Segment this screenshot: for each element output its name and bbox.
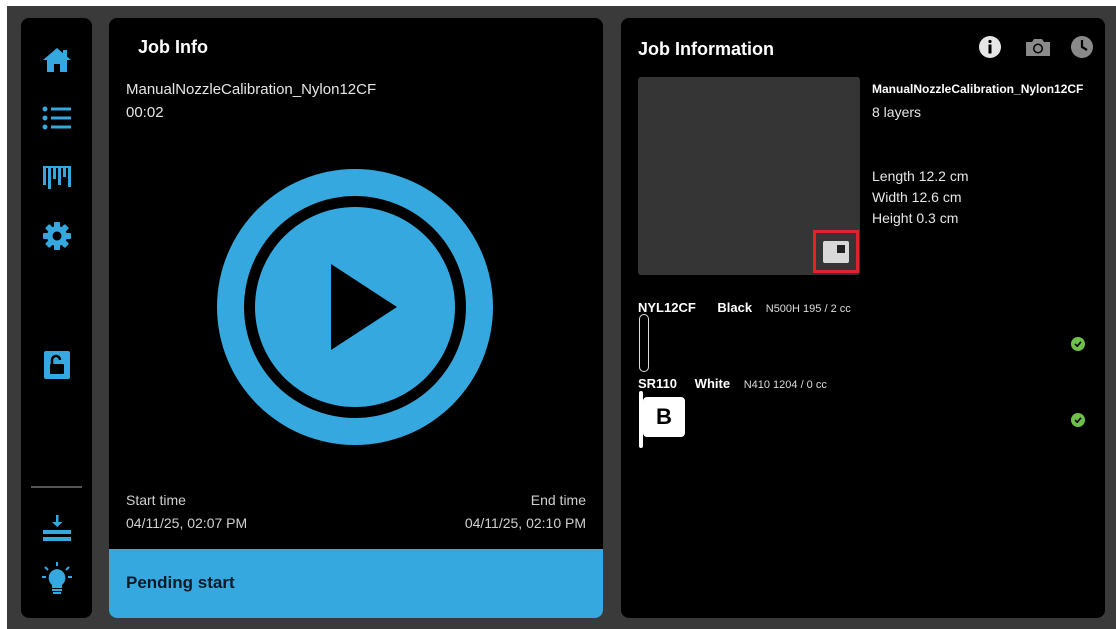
job-name: ManualNozzleCalibration_Nylon12CF xyxy=(126,81,377,98)
status-text: Pending start xyxy=(126,573,235,592)
start-time-label: Start time xyxy=(126,492,186,508)
model-height: Height 0.3 cm xyxy=(872,210,959,226)
check-icon xyxy=(1071,337,1085,351)
sidebar xyxy=(21,18,92,618)
material-row-2: SR110 White N410 1204 / 0 cc xyxy=(638,376,827,391)
model-length: Length 12.2 cm xyxy=(872,168,969,184)
job-information-panel: Job Information ManualNozzleCalibration_… xyxy=(621,18,1105,618)
list-icon[interactable] xyxy=(21,98,92,138)
job-info-panel: Job Info ManualNozzleCalibration_Nylon12… xyxy=(109,18,603,618)
start-time-value: 04/11/25, 02:07 PM xyxy=(126,515,248,531)
material-name: SR110 xyxy=(638,376,678,391)
job-information-title: Job Information xyxy=(638,39,774,59)
check-icon xyxy=(1071,413,1085,427)
material-badge: B xyxy=(643,397,685,437)
history-clock-icon[interactable] xyxy=(1070,35,1094,59)
material-detail: N410 1204 / 0 cc xyxy=(743,379,827,391)
material-detail: N500H 195 / 2 cc xyxy=(765,303,851,315)
material-row-1: NYL12CF Black N500H 195 / 2 cc xyxy=(638,300,851,315)
status-bar: Pending start xyxy=(109,549,603,618)
end-time-label: End time xyxy=(530,492,586,508)
nozzle-icon[interactable] xyxy=(21,157,92,197)
material-color: White xyxy=(694,376,731,391)
gear-icon[interactable] xyxy=(21,216,92,256)
job-info-title: Job Info xyxy=(138,37,208,57)
model-name: ManualNozzleCalibration_Nylon12CF xyxy=(872,82,1084,96)
material-color: Black xyxy=(717,300,753,315)
camera-icon[interactable] xyxy=(1024,35,1052,59)
view-toggle-button[interactable] xyxy=(813,230,859,273)
unlock-icon[interactable] xyxy=(21,345,92,385)
home-icon[interactable] xyxy=(21,40,92,80)
end-time-value: 04/11/25, 02:10 PM xyxy=(464,515,586,531)
play-button[interactable] xyxy=(217,169,493,445)
view-toggle-icon xyxy=(823,240,849,263)
model-preview xyxy=(638,77,860,275)
layer-count: 8 layers xyxy=(872,104,922,120)
sidebar-divider xyxy=(31,486,82,488)
model-width: Width 12.6 cm xyxy=(872,189,962,205)
spool-gauge-1 xyxy=(639,314,649,372)
elapsed-time: 00:02 xyxy=(126,104,164,121)
material-name: NYL12CF xyxy=(638,300,696,315)
unload-icon[interactable] xyxy=(21,508,92,548)
light-bulb-icon[interactable] xyxy=(21,559,92,599)
info-icon[interactable] xyxy=(978,35,1002,59)
